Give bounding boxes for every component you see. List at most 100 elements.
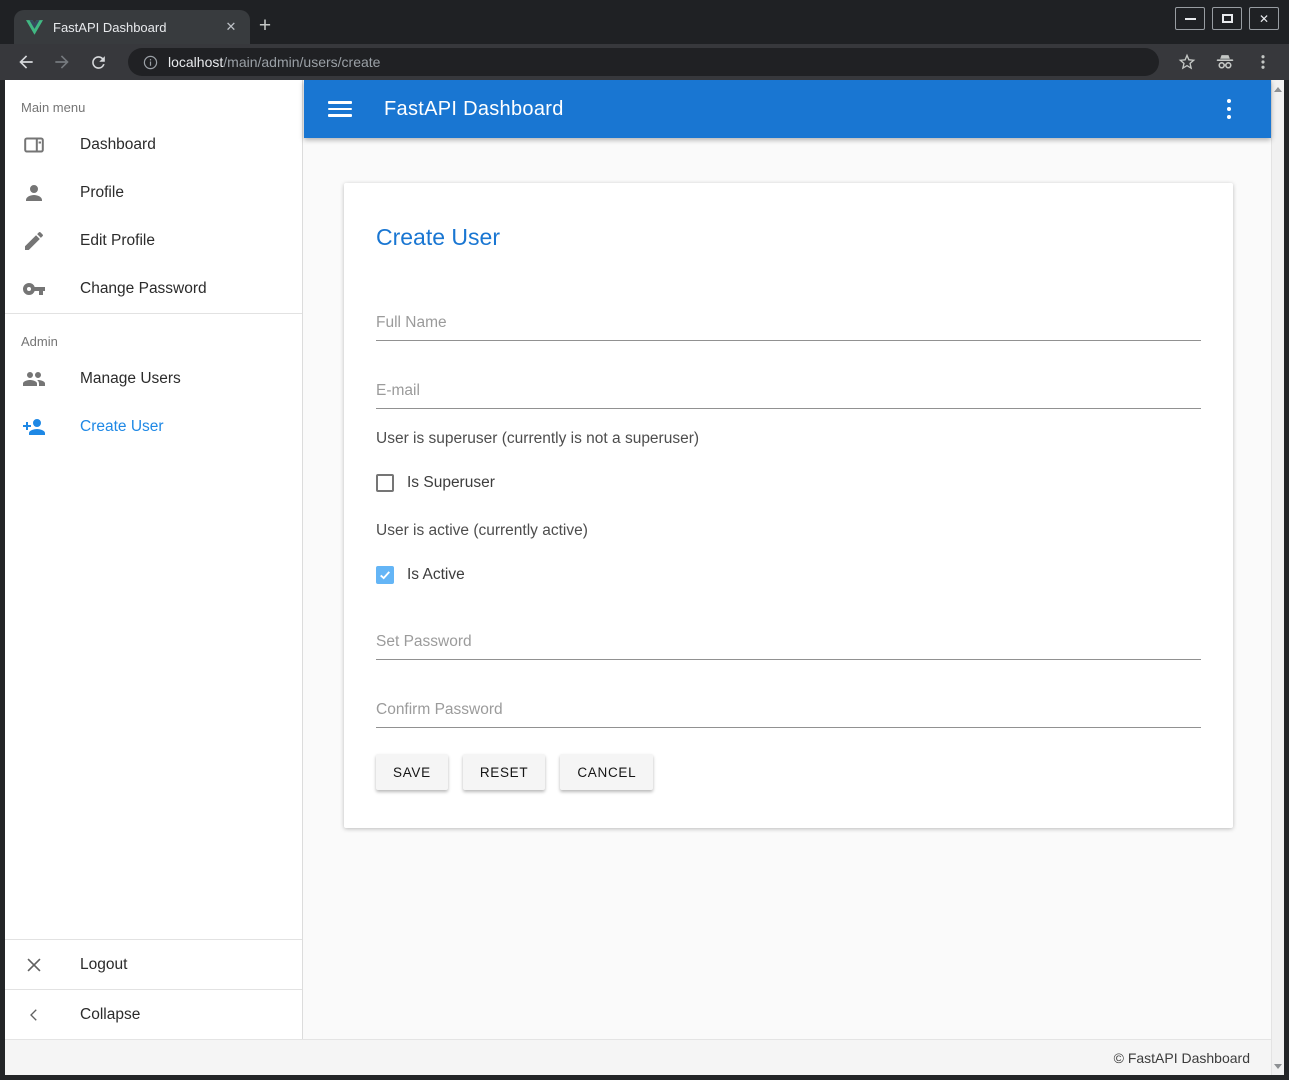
scrollbar-down-button[interactable] — [1272, 1059, 1284, 1073]
superuser-checkbox[interactable] — [376, 474, 394, 492]
set-password-field[interactable]: Set Password — [376, 633, 1201, 660]
page-title: Create User — [376, 226, 1201, 248]
pencil-icon — [22, 229, 46, 253]
dashboard-icon — [22, 133, 46, 157]
confirm-password-placeholder: Confirm Password — [376, 701, 1201, 719]
forward-arrow-icon — [52, 52, 72, 72]
sidebar-item-label: Logout — [80, 956, 127, 974]
sidebar-item-label: Manage Users — [80, 370, 181, 388]
sidebar-spacer — [5, 451, 302, 939]
page-info-icon — [142, 54, 159, 71]
scroll-down-icon — [1274, 1064, 1282, 1069]
sidebar: Main menu Dashboard Profile — [5, 80, 303, 1039]
set-password-placeholder: Set Password — [376, 633, 1201, 651]
page-viewport: Main menu Dashboard Profile — [0, 80, 1289, 1080]
full-name-placeholder: Full Name — [376, 314, 1201, 332]
active-checkbox[interactable] — [376, 566, 394, 584]
window-minimize-button[interactable] — [1175, 7, 1205, 30]
minimize-icon — [1185, 18, 1196, 20]
content-scroll-area: Create User Full Name E-mail User is sup… — [304, 138, 1271, 1039]
superuser-hint: User is superuser (currently is not a su… — [376, 430, 1201, 448]
url-host: localhost — [168, 54, 223, 70]
cancel-button[interactable]: CANCEL — [560, 754, 653, 790]
email-field[interactable]: E-mail — [376, 382, 1201, 409]
form-actions: SAVE RESET CANCEL — [376, 754, 1201, 790]
vue-logo-icon — [26, 20, 43, 35]
incognito-indicator — [1211, 48, 1239, 76]
browser-menu-button[interactable] — [1249, 48, 1277, 76]
reload-button[interactable] — [82, 47, 114, 77]
sidebar-item-change-password[interactable]: Change Password — [5, 265, 302, 313]
people-icon — [22, 367, 46, 391]
reset-button[interactable]: RESET — [463, 754, 546, 790]
section-header-admin: Admin — [5, 326, 302, 355]
sidebar-item-edit-profile[interactable]: Edit Profile — [5, 217, 302, 265]
superuser-checkbox-row: Is Superuser — [376, 474, 1201, 492]
kebab-menu-icon — [1254, 53, 1272, 71]
confirm-password-field[interactable]: Confirm Password — [376, 701, 1201, 728]
sidebar-item-create-user[interactable]: Create User — [5, 403, 302, 451]
sidebar-section-main-menu: Main menu Dashboard Profile — [5, 80, 302, 313]
person-add-icon — [22, 415, 46, 439]
hamburger-menu-button[interactable] — [328, 97, 352, 121]
sidebar-item-profile[interactable]: Profile — [5, 169, 302, 217]
sidebar-item-label: Change Password — [80, 280, 207, 298]
sidebar-item-collapse[interactable]: Collapse — [5, 990, 302, 1039]
incognito-icon — [1214, 51, 1236, 73]
sidebar-item-label: Profile — [80, 184, 124, 202]
sidebar-item-logout[interactable]: Logout — [5, 940, 302, 989]
save-button[interactable]: SAVE — [376, 754, 448, 790]
scroll-up-icon — [1274, 87, 1282, 92]
main-area: FastAPI Dashboard Create User Full Name … — [304, 80, 1271, 1039]
superuser-checkbox-label[interactable]: Is Superuser — [407, 474, 495, 492]
full-name-field[interactable]: Full Name — [376, 314, 1201, 341]
sidebar-bottom: Logout Collapse — [5, 939, 302, 1039]
sidebar-item-manage-users[interactable]: Manage Users — [5, 355, 302, 403]
browser-tab[interactable]: FastAPI Dashboard ✕ — [14, 10, 250, 44]
footer-text: © FastAPI Dashboard — [1114, 1050, 1250, 1066]
active-checkbox-label[interactable]: Is Active — [407, 566, 465, 584]
person-icon — [22, 181, 46, 205]
email-placeholder: E-mail — [376, 382, 1201, 400]
appbar-menu-button[interactable] — [1217, 97, 1241, 121]
window-controls: ✕ — [1175, 7, 1279, 30]
app-bar: FastAPI Dashboard — [304, 80, 1271, 138]
close-window-icon: ✕ — [1259, 12, 1269, 26]
sidebar-item-label: Edit Profile — [80, 232, 155, 250]
browser-toolbar: localhost/main/admin/users/create — [0, 44, 1289, 80]
sidebar-item-label: Create User — [80, 418, 164, 436]
forward-button[interactable] — [46, 47, 78, 77]
scrollbar-up-button[interactable] — [1272, 82, 1284, 96]
reload-icon — [89, 53, 108, 72]
maximize-icon — [1222, 14, 1233, 23]
url-bar[interactable]: localhost/main/admin/users/create — [128, 48, 1159, 76]
chevron-left-icon — [22, 1003, 46, 1027]
back-button[interactable] — [10, 47, 42, 77]
toolbar-right — [1173, 48, 1277, 76]
sidebar-item-label: Dashboard — [80, 136, 156, 154]
key-icon — [22, 277, 46, 301]
sidebar-section-admin: Admin Manage Users Create User — [5, 314, 302, 451]
back-arrow-icon — [16, 52, 36, 72]
close-icon — [22, 953, 46, 977]
sidebar-item-dashboard[interactable]: Dashboard — [5, 121, 302, 169]
active-checkbox-row: Is Active — [376, 566, 1201, 584]
page-footer: © FastAPI Dashboard — [5, 1039, 1271, 1075]
tab-title: FastAPI Dashboard — [53, 20, 222, 35]
star-icon — [1177, 52, 1197, 72]
check-icon — [378, 568, 392, 582]
browser-window: FastAPI Dashboard ✕ + ✕ localhost/main/a… — [0, 0, 1289, 1080]
active-hint: User is active (currently active) — [376, 522, 1201, 540]
sidebar-item-label: Collapse — [80, 1006, 140, 1024]
browser-titlebar: FastAPI Dashboard ✕ + ✕ — [0, 0, 1289, 44]
window-maximize-button[interactable] — [1212, 7, 1242, 30]
bookmark-star-button[interactable] — [1173, 48, 1201, 76]
app-title: FastAPI Dashboard — [384, 98, 1217, 121]
create-user-card: Create User Full Name E-mail User is sup… — [344, 183, 1233, 828]
section-header-main-menu: Main menu — [5, 92, 302, 121]
tab-close-icon[interactable]: ✕ — [222, 18, 240, 36]
new-tab-button[interactable]: + — [250, 12, 280, 42]
page-scrollbar[interactable] — [1271, 80, 1284, 1075]
url-path: /main/admin/users/create — [223, 54, 380, 70]
window-close-button[interactable]: ✕ — [1249, 7, 1279, 30]
